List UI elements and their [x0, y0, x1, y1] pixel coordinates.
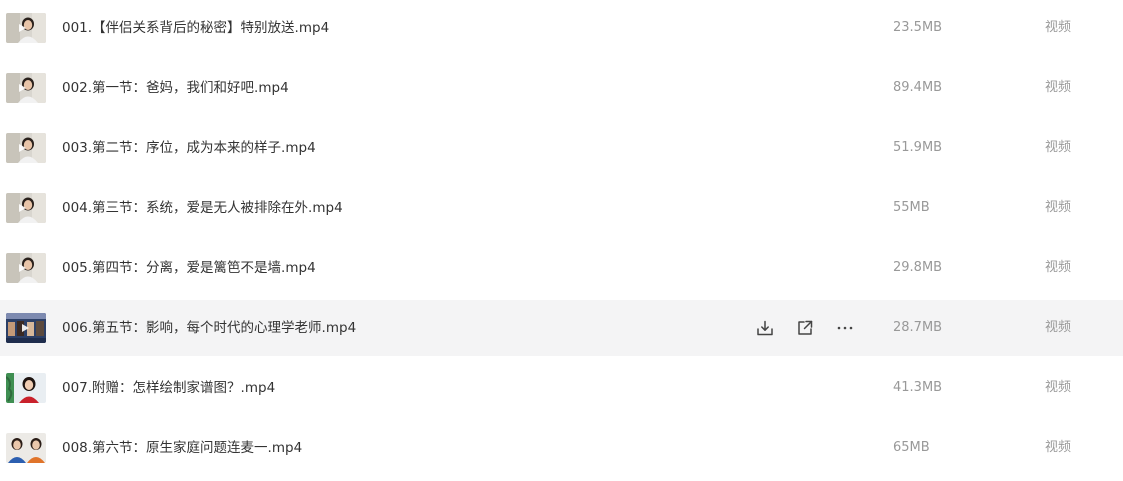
- file-row[interactable]: 007.附赠：怎样绘制家谱图？.mp4 41.3MB 视频: [0, 360, 1123, 416]
- file-size: 65MB: [893, 440, 930, 455]
- video-thumbnail[interactable]: [6, 373, 46, 403]
- file-size: 55MB: [893, 200, 930, 215]
- download-icon[interactable]: [755, 318, 775, 338]
- more-icon[interactable]: [835, 318, 855, 338]
- file-row[interactable]: 003.第二节：序位，成为本来的样子.mp4 51.9MB 视频: [0, 120, 1123, 176]
- file-name[interactable]: 008.第六节：原生家庭问题连麦一.mp4: [62, 439, 302, 457]
- video-thumbnail[interactable]: [6, 133, 46, 163]
- file-name[interactable]: 003.第二节：序位，成为本来的样子.mp4: [62, 139, 316, 157]
- file-row[interactable]: 004.第三节：系统，爱是无人被排除在外.mp4 55MB 视频: [0, 180, 1123, 236]
- file-row[interactable]: 005.第四节：分离，爱是篱笆不是墙.mp4 29.8MB 视频: [0, 240, 1123, 296]
- file-size: 28.7MB: [893, 320, 943, 335]
- file-row[interactable]: 002.第一节：爸妈，我们和好吧.mp4 89.4MB 视频: [0, 60, 1123, 116]
- file-name[interactable]: 005.第四节：分离，爱是篱笆不是墙.mp4: [62, 259, 316, 277]
- file-row[interactable]: 008.第六节：原生家庭问题连麦一.mp4 65MB 视频: [0, 420, 1123, 476]
- file-list: 001.【伴侣关系背后的秘密】特别放送.mp4 23.5MB 视频 002.第一…: [0, 0, 1123, 481]
- file-row[interactable]: 001.【伴侣关系背后的秘密】特别放送.mp4 23.5MB 视频: [0, 0, 1123, 56]
- video-thumbnail[interactable]: [6, 313, 46, 343]
- file-type: 视频: [1045, 380, 1072, 395]
- file-name[interactable]: 002.第一节：爸妈，我们和好吧.mp4: [62, 79, 289, 97]
- file-size: 89.4MB: [893, 80, 943, 95]
- video-thumbnail[interactable]: [6, 253, 46, 283]
- video-thumbnail[interactable]: [6, 193, 46, 223]
- file-size: 41.3MB: [893, 380, 943, 395]
- share-icon[interactable]: [795, 318, 815, 338]
- file-size: 23.5MB: [893, 20, 943, 35]
- file-type: 视频: [1045, 80, 1072, 95]
- file-name[interactable]: 007.附赠：怎样绘制家谱图？.mp4: [62, 379, 275, 397]
- file-type: 视频: [1045, 440, 1072, 455]
- file-name[interactable]: 004.第三节：系统，爱是无人被排除在外.mp4: [62, 199, 343, 217]
- video-thumbnail[interactable]: [6, 13, 46, 43]
- file-type: 视频: [1045, 260, 1072, 275]
- file-name[interactable]: 001.【伴侣关系背后的秘密】特别放送.mp4: [62, 19, 329, 37]
- file-row-hovered[interactable]: 006.第五节：影响，每个时代的心理学老师.mp4 28.7MB 视频: [0, 300, 1123, 356]
- file-type: 视频: [1045, 200, 1072, 215]
- file-name[interactable]: 006.第五节：影响，每个时代的心理学老师.mp4: [62, 319, 356, 337]
- video-thumbnail[interactable]: [6, 433, 46, 463]
- video-thumbnail[interactable]: [6, 73, 46, 103]
- file-size: 51.9MB: [893, 140, 943, 155]
- file-type: 视频: [1045, 140, 1072, 155]
- file-type: 视频: [1045, 20, 1072, 35]
- file-size: 29.8MB: [893, 260, 943, 275]
- file-type: 视频: [1045, 320, 1072, 335]
